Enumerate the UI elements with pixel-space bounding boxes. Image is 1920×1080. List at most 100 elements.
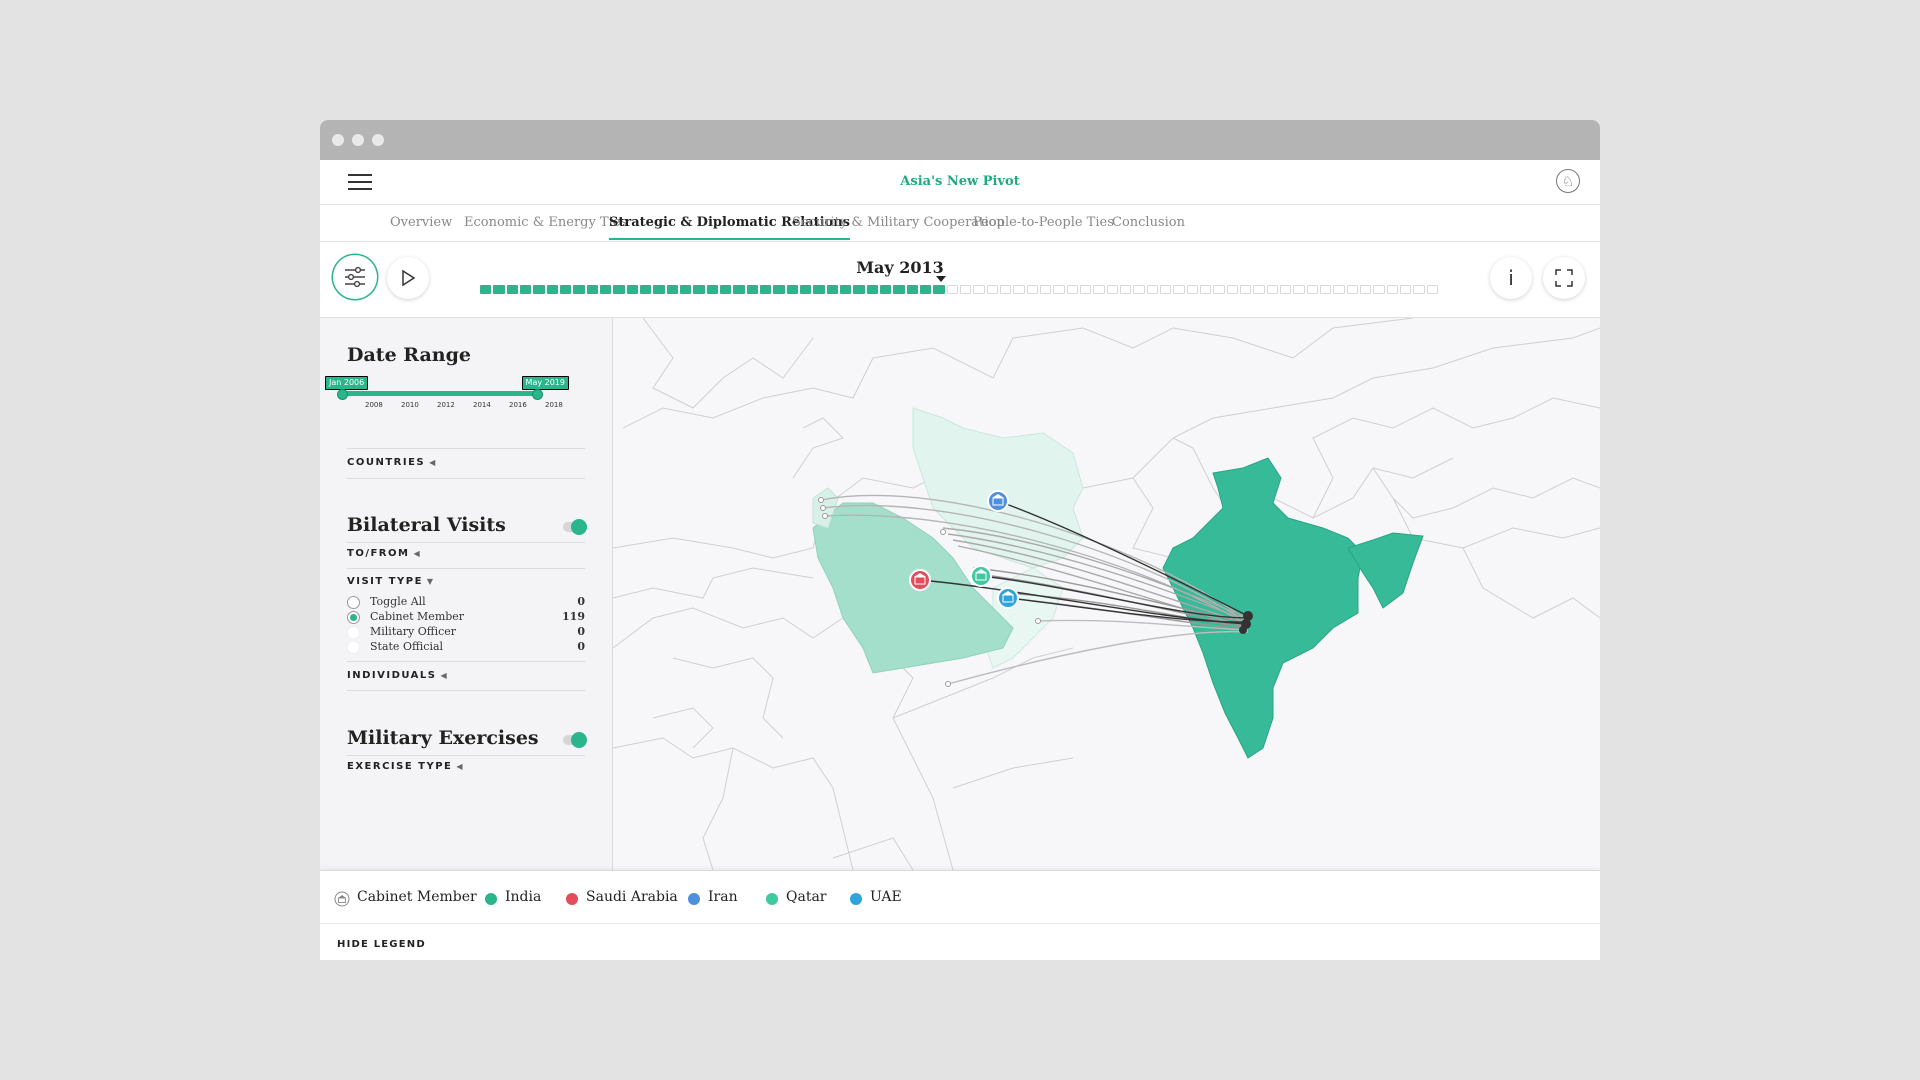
timeline-segment[interactable] [853,285,865,294]
timeline-segment[interactable] [906,285,918,294]
timeline-segment[interactable] [1413,285,1425,294]
date-range-start-handle[interactable] [337,389,348,400]
timeline-segment[interactable] [986,285,998,294]
timeline-segment[interactable] [613,285,625,294]
timeline-segment[interactable] [1240,285,1252,294]
timeline-segment[interactable] [1280,285,1292,294]
tab-conclusion[interactable]: Conclusion [1112,205,1185,240]
visit-type-option-state-official[interactable]: State Official 0 [347,639,585,657]
timeline-segment[interactable] [1026,285,1038,294]
timeline-segment[interactable] [760,285,772,294]
tab-overview[interactable]: Overview [390,205,452,240]
timeline-segment[interactable] [1346,285,1358,294]
timeline-segment[interactable] [573,285,585,294]
timeline-segment[interactable] [600,285,612,294]
timeline-segment[interactable] [520,285,532,294]
date-range-end-handle[interactable] [532,389,543,400]
timeline-segment[interactable] [1160,285,1172,294]
fullscreen-button[interactable] [1543,257,1585,299]
timeline-segment[interactable] [1333,285,1345,294]
window-maximize-dot[interactable] [372,134,384,146]
timeline-segment[interactable] [586,285,598,294]
date-range-slider[interactable]: Jan 2006 May 2019 2008 2010 2012 2014 20… [325,376,569,416]
tab-economic-energy-ties[interactable]: Economic & Energy Ties [464,205,627,240]
window-close-dot[interactable] [332,134,344,146]
timeline-segment[interactable] [1200,285,1212,294]
timeline-segment[interactable] [546,285,558,294]
timeline-segment[interactable] [1106,285,1118,294]
filter-button[interactable] [333,255,377,299]
timeline-segment[interactable] [560,285,572,294]
timeline-segment[interactable] [1386,285,1398,294]
timeline-segment[interactable] [1306,285,1318,294]
timeline-segment[interactable] [1373,285,1385,294]
timeline-segment[interactable] [1080,285,1092,294]
timeline-segment[interactable] [1213,285,1225,294]
individuals-filter-toggle[interactable]: INDIVIDUALS ◀ [347,670,447,681]
military-exercises-toggle[interactable] [563,732,587,748]
timeline-segment[interactable] [826,285,838,294]
tab-people-to-people-ties[interactable]: People-to-People Ties [973,205,1114,240]
radio-button[interactable] [347,641,360,654]
timeline-segment[interactable] [1293,285,1305,294]
timeline-segment[interactable] [960,285,972,294]
timeline-segment[interactable] [920,285,932,294]
timeline-segment[interactable] [866,285,878,294]
timeline-segment[interactable] [1186,285,1198,294]
radio-button[interactable] [347,611,360,624]
timeline-segment[interactable] [746,285,758,294]
radio-button[interactable] [347,596,360,609]
countries-filter-toggle[interactable]: COUNTRIES ◀ [347,457,435,468]
timeline-segment[interactable] [893,285,905,294]
map-view[interactable] [613,318,1600,870]
timeline-segment[interactable] [653,285,665,294]
timeline-segment[interactable] [506,285,518,294]
timeline-segment[interactable] [493,285,505,294]
timeline-segment[interactable] [1000,285,1012,294]
timeline-segment[interactable] [693,285,705,294]
timeline-segment[interactable] [973,285,985,294]
timeline-segment[interactable] [933,285,945,294]
timeline-segment[interactable] [626,285,638,294]
timeline-segment[interactable] [480,285,492,294]
timeline-segment[interactable] [1053,285,1065,294]
timeline-segment[interactable] [1040,285,1052,294]
timeline-track[interactable] [480,285,1440,295]
timeline-segment[interactable] [640,285,652,294]
exercise-type-filter-toggle[interactable]: EXERCISE TYPE ◀ [347,761,463,772]
timeline-segment[interactable] [1066,285,1078,294]
timeline-segment[interactable] [1120,285,1132,294]
hide-legend-button[interactable]: HIDE LEGEND [337,939,426,950]
timeline-segment[interactable] [1400,285,1412,294]
timeline-segment[interactable] [840,285,852,294]
timeline-segment[interactable] [733,285,745,294]
timeline-segment[interactable] [666,285,678,294]
timeline-segment[interactable] [1360,285,1372,294]
to-from-filter-toggle[interactable]: TO/FROM ◀ [347,548,420,559]
timeline-segment[interactable] [1253,285,1265,294]
timeline-segment[interactable] [706,285,718,294]
timeline-segment[interactable] [1266,285,1278,294]
bilateral-visits-toggle[interactable] [563,519,587,535]
info-button[interactable]: i [1490,257,1532,299]
timeline-segment[interactable] [800,285,812,294]
window-minimize-dot[interactable] [352,134,364,146]
timeline-segment[interactable] [720,285,732,294]
timeline-segment[interactable] [1093,285,1105,294]
visit-type-filter-toggle[interactable]: VISIT TYPE ▼ [347,576,433,587]
radio-button[interactable] [347,626,360,639]
timeline-segment[interactable] [813,285,825,294]
timeline-segment[interactable] [773,285,785,294]
timeline-segment[interactable] [1133,285,1145,294]
timeline-segment[interactable] [946,285,958,294]
play-button[interactable] [387,257,429,299]
timeline-segment[interactable] [1320,285,1332,294]
timeline-segment[interactable] [786,285,798,294]
timeline-segment[interactable] [1226,285,1238,294]
timeline-segment[interactable] [533,285,545,294]
timeline-segment[interactable] [1426,285,1438,294]
logo-icon[interactable]: ♘ [1556,169,1580,193]
timeline-segment[interactable] [880,285,892,294]
timeline-segment[interactable] [1013,285,1025,294]
timeline-segment[interactable] [1146,285,1158,294]
